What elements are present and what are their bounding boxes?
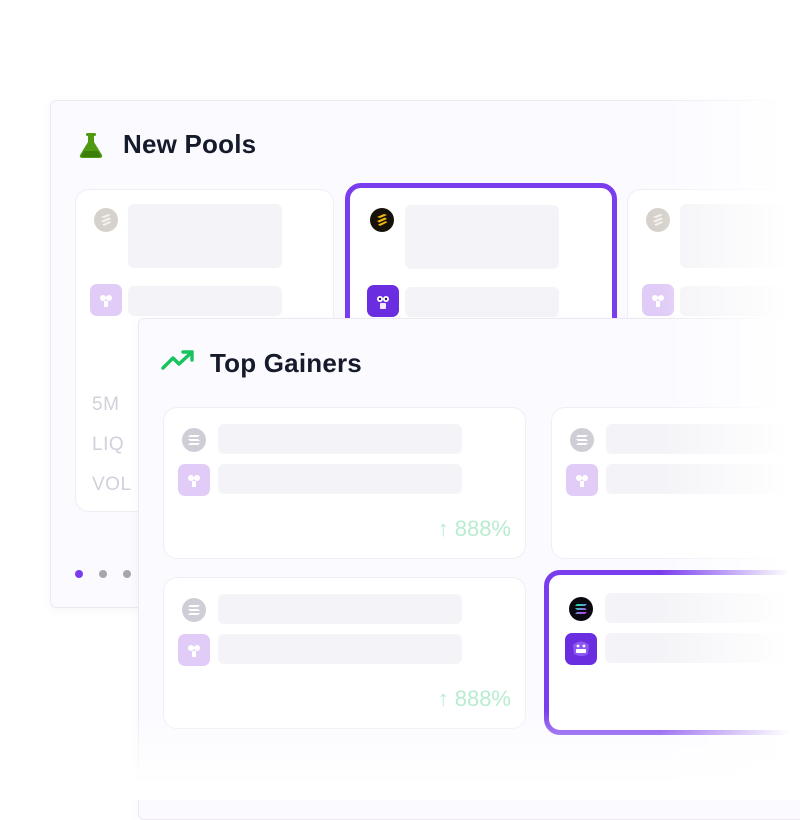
gain-percent: ↑ 888% — [438, 516, 511, 542]
token-symbol-skeleton — [605, 633, 800, 663]
gain-value: 888% — [454, 516, 511, 541]
pool-name-skeleton — [218, 424, 462, 454]
token-symbol-skeleton — [218, 634, 462, 664]
top-gainers-title: Top Gainers — [210, 348, 362, 378]
pool-name-skeleton — [605, 593, 800, 623]
metric-label-5m: 5M — [92, 394, 120, 415]
pool-name-skeleton — [405, 205, 559, 269]
gainer-card[interactable] — [551, 407, 800, 559]
top-gainers-panel: Top Gainers ↑ 888% ↑ 888% — [138, 318, 800, 820]
pool-name-skeleton — [218, 594, 462, 624]
solana-chain-icon — [570, 428, 594, 452]
new-pools-title: New Pools — [123, 129, 257, 159]
up-arrow-icon: ↑ — [437, 516, 449, 541]
gain-value: 888% — [454, 686, 511, 711]
solana-chain-icon — [569, 597, 593, 621]
carousel-dot[interactable] — [123, 570, 131, 578]
bnb-chain-icon — [94, 208, 118, 232]
token-symbol-skeleton — [405, 287, 559, 317]
carousel-dot-active[interactable] — [75, 570, 83, 578]
token-symbol-skeleton — [218, 464, 462, 494]
gainer-card-selected[interactable] — [544, 570, 800, 735]
metric-label-vol: VOL — [92, 474, 132, 495]
token-avatar-icon — [178, 634, 210, 666]
gain-percent: ↑ 888% — [438, 686, 511, 712]
bnb-chain-icon — [646, 208, 670, 232]
token-symbol-skeleton — [680, 286, 800, 316]
token-symbol-skeleton — [606, 464, 800, 494]
bnb-chain-icon — [370, 208, 394, 232]
pool-name-skeleton — [606, 424, 800, 454]
gainer-card[interactable]: ↑ 888% — [163, 577, 526, 729]
trending-up-icon — [161, 350, 194, 370]
token-symbol-skeleton — [128, 286, 282, 316]
carousel-dot[interactable] — [99, 570, 107, 578]
up-arrow-icon: ↑ — [437, 686, 449, 711]
token-avatar-icon — [566, 464, 598, 496]
solana-chain-icon — [182, 428, 206, 452]
token-avatar-icon — [565, 633, 597, 665]
token-avatar-icon — [90, 284, 122, 316]
token-avatar-icon — [367, 285, 399, 317]
solana-chain-icon — [182, 598, 206, 622]
token-avatar-icon — [178, 464, 210, 496]
flask-icon — [79, 133, 103, 158]
token-avatar-icon — [642, 284, 674, 316]
metric-label-liq: LIQ — [92, 434, 125, 455]
pool-name-skeleton — [680, 204, 800, 268]
pool-name-skeleton — [128, 204, 282, 268]
gainer-card[interactable]: ↑ 888% — [163, 407, 526, 559]
